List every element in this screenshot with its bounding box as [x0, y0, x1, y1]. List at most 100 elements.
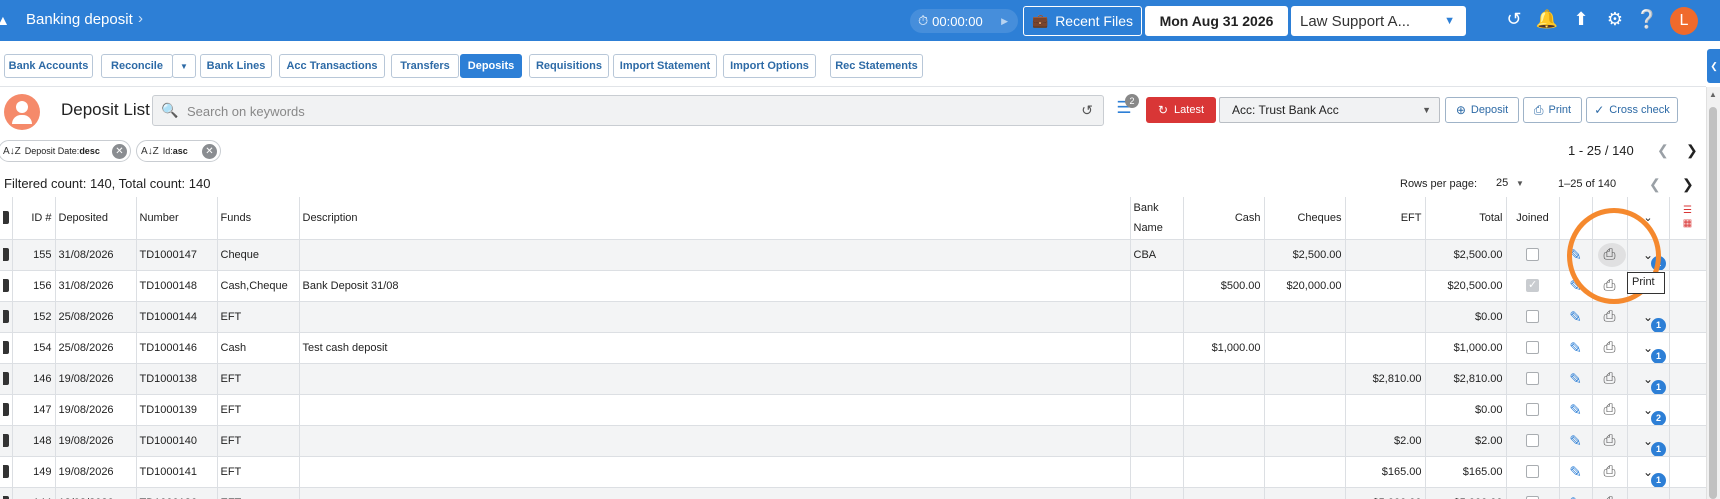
- tab-acc-transactions[interactable]: Acc Transactions: [279, 54, 385, 78]
- joined-checkbox[interactable]: [1526, 310, 1539, 323]
- help-icon[interactable]: ❔: [1635, 9, 1659, 30]
- joined-checkbox[interactable]: [1526, 278, 1539, 292]
- column-header[interactable]: Funds: [217, 197, 300, 240]
- remove-chip-icon[interactable]: ✕: [202, 144, 217, 159]
- table-row[interactable]: 154 25/08/2026 TD1000146 Cash Test cash depo…: [0, 332, 1706, 364]
- add-deposit-button[interactable]: ⊕ Deposit: [1445, 97, 1519, 123]
- chevron-down-icon[interactable]: ⌄1: [1643, 248, 1666, 269]
- column-header[interactable]: Joined: [1506, 197, 1560, 240]
- tab-deposits[interactable]: Deposits: [460, 54, 522, 78]
- print-button[interactable]: ⎙ Print: [1523, 97, 1582, 123]
- chevron-down-icon[interactable]: ⌄1: [1643, 434, 1666, 455]
- user-avatar[interactable]: L: [1670, 7, 1698, 35]
- joined-checkbox[interactable]: [1526, 434, 1539, 447]
- account-select[interactable]: Acc: Trust Bank Acc ▼: [1219, 97, 1440, 123]
- chevron-down-icon[interactable]: ⌄1: [1643, 465, 1666, 486]
- next-page-icon[interactable]: ❯: [1686, 142, 1698, 159]
- table-row[interactable]: 156 31/08/2026 TD1000148 Cash,Cheque Bank De…: [0, 270, 1706, 302]
- row-select[interactable]: [0, 332, 13, 364]
- pencil-icon[interactable]: ✎: [1569, 495, 1582, 499]
- tab-bank-lines[interactable]: Bank Lines: [200, 54, 272, 78]
- printer-icon[interactable]: ⎙: [1603, 401, 1615, 418]
- chevron-down-icon[interactable]: ⌄1: [1643, 496, 1653, 499]
- next-page-icon[interactable]: ❯: [1682, 176, 1694, 193]
- printer-icon[interactable]: ⎙: [1603, 246, 1615, 263]
- pencil-icon[interactable]: ✎: [1569, 247, 1582, 264]
- home-icon[interactable]: ▲: [0, 12, 10, 28]
- joined-checkbox[interactable]: [1526, 465, 1539, 478]
- tab-requisitions[interactable]: Requisitions: [529, 54, 609, 78]
- gear-icon[interactable]: ⚙: [1603, 9, 1627, 30]
- column-header[interactable]: Description: [299, 197, 1131, 240]
- prev-page-icon[interactable]: ❮: [1649, 176, 1661, 193]
- printer-icon[interactable]: ⎙: [1603, 432, 1615, 449]
- sort-chip[interactable]: A↓Z Deposit Date: desc ✕: [0, 140, 131, 162]
- column-header[interactable]: Cheques: [1264, 197, 1346, 240]
- cross-check-button[interactable]: ✓ Cross check: [1586, 97, 1678, 123]
- printer-icon[interactable]: ⎙: [1603, 308, 1615, 325]
- chevron-down-icon[interactable]: ⌄ 2: [1643, 403, 1666, 424]
- bell-icon[interactable]: 🔔: [1535, 9, 1559, 30]
- row-select-checkbox[interactable]: [3, 341, 9, 354]
- row-select[interactable]: [0, 456, 13, 488]
- sort-chip[interactable]: A↓Z Id: asc ✕: [136, 140, 221, 162]
- row-select-checkbox[interactable]: [3, 248, 9, 261]
- prev-page-icon[interactable]: ❮: [1657, 142, 1669, 159]
- table-row[interactable]: 152 25/08/2026 TD1000144 EFT $0.00 ✎ ⎙ ⌄ 1: [0, 301, 1706, 333]
- tab-transfers[interactable]: Transfers: [391, 54, 459, 78]
- column-header[interactable]: Total: [1425, 197, 1507, 240]
- search-input[interactable]: [187, 102, 1047, 120]
- printer-icon[interactable]: ⎙: [1603, 494, 1615, 499]
- chevron-down-icon[interactable]: ⌄: [1643, 212, 1652, 224]
- row-select-checkbox[interactable]: [3, 465, 9, 478]
- row-select[interactable]: [0, 301, 13, 333]
- row-select[interactable]: [0, 487, 13, 499]
- chevron-down-icon[interactable]: ⌄1: [1643, 310, 1666, 331]
- row-select-checkbox[interactable]: [3, 310, 9, 323]
- table-row[interactable]: 148 19/08/2026 TD1000140 EFT $2.00 $2.00 ✎ ⎙ ⌄ 1: [0, 425, 1706, 457]
- scroll-up-icon[interactable]: ▲: [1709, 90, 1717, 99]
- printer-icon[interactable]: ⎙: [1603, 463, 1615, 480]
- pencil-icon[interactable]: ✎: [1569, 464, 1582, 481]
- column-header[interactable]: Bank Name: [1130, 197, 1184, 240]
- tab-reconcile[interactable]: Reconcile: [101, 54, 173, 78]
- tab-import-options[interactable]: Import Options: [723, 54, 816, 78]
- pencil-icon[interactable]: ✎: [1569, 340, 1582, 357]
- history-icon[interactable]: ↺: [1081, 102, 1093, 119]
- timer[interactable]: ⏱ 00:00:00 ▶: [910, 9, 1018, 33]
- row-select[interactable]: [0, 425, 13, 457]
- joined-checkbox[interactable]: [1526, 248, 1539, 261]
- pencil-icon[interactable]: ✎: [1569, 309, 1582, 326]
- tab-import-statement[interactable]: Import Statement: [613, 54, 717, 78]
- chevron-down-icon[interactable]: ⌄1: [1643, 372, 1666, 393]
- table-row[interactable]: 14418/08/2026TD1000136EFT $5,000.00$5,000…: [0, 487, 1706, 499]
- tab-rec-statements[interactable]: Rec Statements: [830, 54, 923, 78]
- row-select[interactable]: [0, 394, 13, 426]
- row-select-checkbox[interactable]: [3, 372, 9, 385]
- side-panel-toggle[interactable]: ❮: [1707, 49, 1720, 83]
- table-row[interactable]: 155 31/08/2026 TD1000147 Cheque CBA $2,500.00…: [0, 239, 1706, 271]
- pencil-icon[interactable]: ✎: [1569, 402, 1582, 419]
- user-select[interactable]: Law Support A... ▼: [1291, 6, 1466, 36]
- history-icon[interactable]: ↺: [1502, 9, 1526, 30]
- table-row[interactable]: 146 19/08/2026 TD1000138 EFT $2,810.00 $2,810…: [0, 363, 1706, 395]
- column-tools[interactable]: ☰ ▦: [1669, 197, 1706, 240]
- chevron-down-icon[interactable]: ⌄1: [1643, 341, 1666, 362]
- play-icon[interactable]: ▶: [1001, 16, 1008, 27]
- printer-icon[interactable]: ⎙: [1603, 277, 1615, 294]
- remove-chip-icon[interactable]: ✕: [112, 144, 127, 159]
- latest-button[interactable]: ↻ Latest: [1146, 97, 1216, 123]
- scrollbar-thumb[interactable]: [1709, 107, 1717, 499]
- column-header[interactable]: ID #: [12, 197, 56, 240]
- columns-icon[interactable]: ▦: [1673, 219, 1703, 229]
- reconcile-dropdown[interactable]: ▼: [172, 54, 196, 78]
- row-select-checkbox[interactable]: [3, 403, 9, 416]
- pencil-icon[interactable]: ✎: [1569, 278, 1582, 295]
- row-select-checkbox[interactable]: [3, 434, 9, 447]
- joined-checkbox[interactable]: [1526, 341, 1539, 354]
- joined-checkbox[interactable]: [1526, 372, 1539, 385]
- select-all[interactable]: [0, 197, 13, 240]
- column-header-expand[interactable]: ⌄: [1627, 197, 1670, 240]
- rows-per-page-select[interactable]: 25: [1496, 177, 1508, 189]
- tab-bank-accounts[interactable]: Bank Accounts: [4, 54, 93, 78]
